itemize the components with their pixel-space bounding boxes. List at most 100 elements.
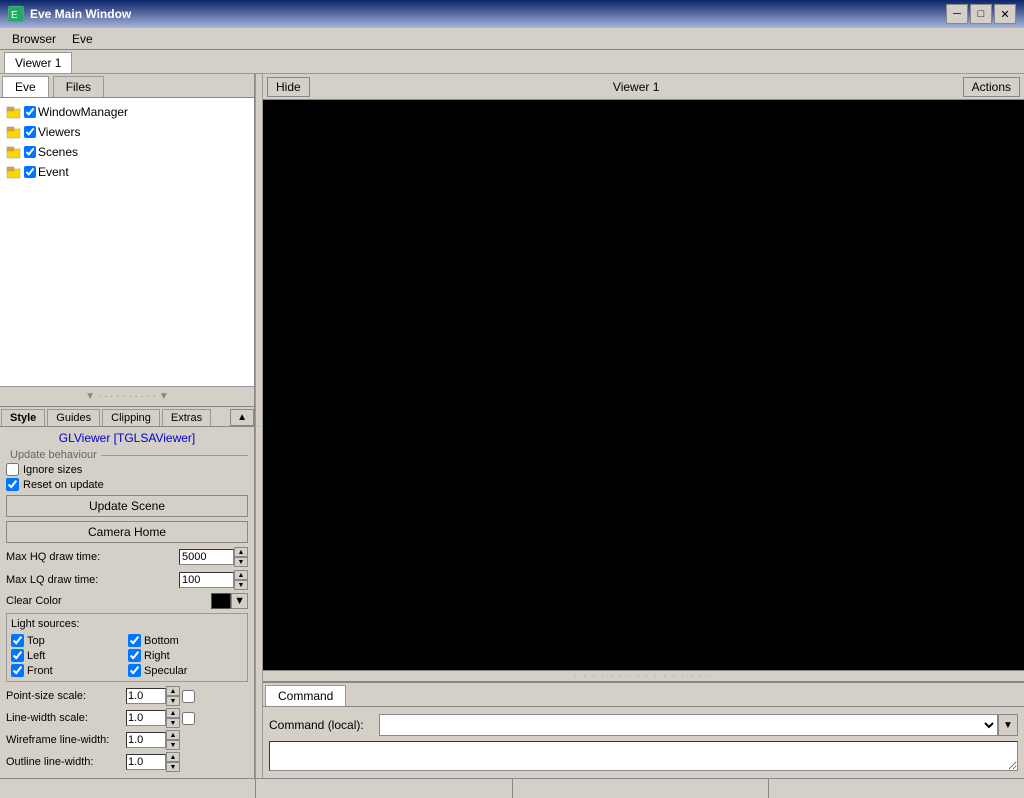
hide-button[interactable]: Hide — [267, 77, 310, 97]
light-bottom-check[interactable] — [128, 634, 141, 647]
light-left: Left — [11, 649, 126, 662]
outline-up[interactable]: ▲ — [166, 752, 180, 762]
max-lq-row: Max LQ draw time: ▲ ▼ — [6, 570, 248, 590]
tab-style[interactable]: Style — [1, 409, 45, 426]
tab-guides[interactable]: Guides — [47, 409, 100, 426]
tree-check-windowmanager[interactable] — [24, 106, 36, 118]
ignore-sizes-check[interactable] — [6, 463, 19, 476]
max-lq-input[interactable] — [179, 572, 234, 588]
outline-down[interactable]: ▼ — [166, 762, 180, 772]
light-right-label: Right — [144, 650, 170, 662]
tab-clipping[interactable]: Clipping — [102, 409, 160, 426]
max-hq-down[interactable]: ▼ — [234, 557, 248, 567]
max-hq-up[interactable]: ▲ — [234, 547, 248, 557]
status-cell-4 — [769, 779, 1024, 798]
close-button[interactable]: ✕ — [994, 4, 1016, 24]
point-size-check[interactable] — [182, 690, 195, 703]
light-left-check[interactable] — [11, 649, 24, 662]
max-hq-input[interactable] — [179, 549, 234, 565]
point-size-label: Point-size scale: — [6, 690, 126, 702]
update-behaviour-row: Update behaviour — [6, 449, 248, 461]
line-width-input[interactable] — [126, 710, 166, 726]
line-width-check[interactable] — [182, 712, 195, 725]
clear-color-swatch[interactable] — [211, 593, 231, 609]
tree-check-viewers[interactable] — [24, 126, 36, 138]
max-hq-row: Max HQ draw time: ▲ ▼ — [6, 547, 248, 567]
command-local-label: Command (local): — [269, 718, 379, 732]
wireframe-down[interactable]: ▼ — [166, 740, 180, 750]
status-cell-2 — [256, 779, 512, 798]
command-dropdown-arrow[interactable]: ▼ — [998, 714, 1018, 736]
tree-check-event[interactable] — [24, 166, 36, 178]
tree-item-scenes[interactable]: Scenes — [4, 142, 250, 162]
tab-eve[interactable]: Eve — [2, 76, 49, 97]
light-front-check[interactable] — [11, 664, 24, 677]
viewer1-tab[interactable]: Viewer 1 — [4, 52, 72, 73]
props-panel: Style Guides Clipping Extras ▲ GLViewer … — [0, 406, 254, 778]
command-input[interactable] — [269, 741, 1018, 771]
reset-on-update-label: Reset on update — [23, 479, 104, 491]
minimize-button[interactable]: ─ — [946, 4, 968, 24]
props-tab-bar: Style Guides Clipping Extras ▲ — [0, 407, 254, 427]
light-front-label: Front — [27, 665, 53, 677]
horizontal-splitter[interactable]: ⋮ — [255, 74, 263, 778]
camera-home-button[interactable]: Camera Home — [6, 521, 248, 543]
wireframe-up[interactable]: ▲ — [166, 730, 180, 740]
max-hq-label: Max HQ draw time: — [6, 551, 179, 563]
light-top-check[interactable] — [11, 634, 24, 647]
tree-check-scenes[interactable] — [24, 146, 36, 158]
command-local-dropdown[interactable] — [379, 714, 998, 736]
restore-button[interactable]: □ — [970, 4, 992, 24]
light-specular: Specular — [128, 664, 243, 677]
tree-label-scenes: Scenes — [38, 145, 78, 159]
light-specular-check[interactable] — [128, 664, 141, 677]
viewer-link[interactable]: GLViewer [TGLSAViewer] — [6, 431, 248, 445]
camera-home-row: Camera Home — [6, 521, 248, 543]
ignore-sizes-label: Ignore sizes — [23, 464, 82, 476]
light-front: Front — [11, 664, 126, 677]
status-bar — [0, 778, 1024, 798]
tree-item-windowmanager[interactable]: WindowManager — [4, 102, 250, 122]
menu-bar: Browser Eve — [0, 28, 1024, 50]
props-scroll-up[interactable]: ▲ — [230, 409, 254, 426]
max-lq-label: Max LQ draw time: — [6, 574, 179, 586]
actions-button[interactable]: Actions — [963, 77, 1020, 97]
content-area: Eve Files WindowManager — [0, 74, 1024, 778]
clear-color-dropdown[interactable]: ▼ — [231, 593, 248, 609]
command-tab-bar: Command — [263, 683, 1024, 707]
light-top: Top — [11, 634, 126, 647]
line-width-down[interactable]: ▼ — [166, 718, 180, 728]
outline-input[interactable] — [126, 754, 166, 770]
tab-command[interactable]: Command — [265, 685, 346, 706]
command-panel: Command Command (local): ▼ — [263, 682, 1024, 778]
light-right-check[interactable] — [128, 649, 141, 662]
line-width-up[interactable]: ▲ — [166, 708, 180, 718]
vertical-splitter[interactable]: · · · · · · · · · · · · · · · · — [263, 670, 1024, 682]
point-size-down[interactable]: ▼ — [166, 696, 180, 706]
tree-item-viewers[interactable]: Viewers — [4, 122, 250, 142]
tab-files[interactable]: Files — [53, 76, 104, 97]
viewer-title-label: Viewer 1 — [310, 80, 963, 94]
max-lq-down[interactable]: ▼ — [234, 580, 248, 590]
tree-item-event[interactable]: Event — [4, 162, 250, 182]
command-content: Command (local): ▼ — [263, 707, 1024, 778]
wireframe-input[interactable] — [126, 732, 166, 748]
splitter-dots: · · · · · · · · · · · · · · · · — [575, 672, 713, 681]
update-scene-button[interactable]: Update Scene — [6, 495, 248, 517]
left-panel: Eve Files WindowManager — [0, 74, 255, 778]
point-size-input[interactable] — [126, 688, 166, 704]
reset-on-update-check[interactable] — [6, 478, 19, 491]
tree-label-windowmanager: WindowManager — [38, 105, 128, 119]
max-lq-up[interactable]: ▲ — [234, 570, 248, 580]
menu-eve[interactable]: Eve — [64, 30, 101, 48]
tab-extras[interactable]: Extras — [162, 409, 211, 426]
point-size-up[interactable]: ▲ — [166, 686, 180, 696]
clear-color-row: Clear Color ▼ — [6, 593, 248, 609]
wireframe-label: Wireframe line-width: — [6, 734, 126, 746]
line-width-label: Line-width scale: — [6, 712, 126, 724]
menu-browser[interactable]: Browser — [4, 30, 64, 48]
outline-row: Outline line-width: ▲ ▼ — [6, 752, 248, 772]
line-width-row: Line-width scale: ▲ ▼ — [6, 708, 248, 728]
left-tab-bar: Eve Files — [0, 74, 254, 98]
viewer-header: Hide Viewer 1 Actions — [263, 74, 1024, 100]
